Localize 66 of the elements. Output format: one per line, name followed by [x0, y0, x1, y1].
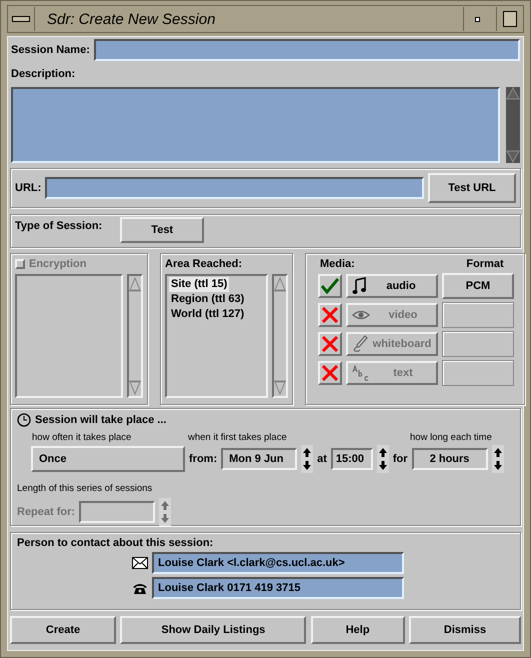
eye-icon: [352, 309, 370, 321]
duration-field[interactable]: 2 hours: [412, 448, 488, 470]
format-slot: [442, 302, 514, 328]
hint-label: how often it takes place: [32, 432, 132, 443]
section-title: Person to contact about this session:: [17, 537, 214, 549]
list-item[interactable]: World (ttl 127): [169, 307, 246, 322]
repeat-spinner[interactable]: [159, 498, 172, 526]
phone-field[interactable]: Louise Clark 0171 419 3715: [152, 577, 404, 599]
cross-icon: [322, 336, 338, 352]
cross-icon: [322, 365, 338, 381]
format-slot: [442, 360, 514, 386]
session-type-button[interactable]: Test: [120, 217, 204, 243]
section-title: Session will take place ...: [35, 414, 166, 426]
scrollbar[interactable]: [127, 274, 143, 398]
hint-label: when it first takes place: [188, 432, 288, 443]
check-icon: [321, 278, 339, 294]
field-label: Session Name:: [11, 44, 90, 56]
list-item[interactable]: Region (ttl 63): [169, 292, 246, 307]
description-field[interactable]: [11, 87, 500, 163]
action-button[interactable]: Dismiss: [408, 616, 521, 644]
date-spinner[interactable]: [301, 445, 314, 473]
key-list[interactable]: [15, 274, 123, 398]
enabled-toggle[interactable]: [318, 274, 342, 298]
list-item[interactable]: Site (ttl 15): [169, 277, 230, 292]
field-label: URL:: [15, 182, 42, 194]
scrollbar[interactable]: [506, 87, 520, 163]
pen-icon: [352, 335, 368, 353]
action-button[interactable]: Create: [10, 616, 116, 644]
date-field[interactable]: Mon 9 Jun: [221, 448, 298, 470]
format-button[interactable]: PCM: [442, 273, 514, 299]
field-label: for: [392, 453, 408, 465]
media-button[interactable]: audio: [346, 274, 438, 298]
field-label: at: [317, 453, 327, 465]
field-label: Repeat for:: [17, 506, 76, 518]
session-name-field[interactable]: [94, 39, 520, 61]
column-header: Media:: [320, 258, 356, 270]
maximize-icon[interactable]: [503, 11, 517, 27]
field-label: Description:: [11, 68, 76, 80]
minimize-icon[interactable]: [474, 16, 480, 22]
music-note-icon: [352, 277, 366, 295]
field-label: Type of Session:: [15, 219, 102, 232]
duration-spinner[interactable]: [492, 445, 504, 473]
hint-label: Length of this series of sessions: [17, 483, 154, 494]
time-spinner[interactable]: [376, 445, 389, 473]
panel-title: Area Reached:: [165, 258, 244, 270]
envelope-icon: [132, 557, 148, 569]
action-button[interactable]: Help: [310, 616, 405, 644]
clock-icon: [17, 413, 31, 427]
action-button[interactable]: Show Daily Listings: [120, 616, 306, 644]
time-field[interactable]: 15:00: [330, 448, 373, 470]
checkbox-label: Encryption: [29, 258, 86, 270]
window-title: Sdr: Create New Session: [46, 10, 216, 28]
scrollbar[interactable]: [272, 274, 288, 398]
phone-icon: [132, 582, 148, 594]
letters-icon: [352, 365, 370, 381]
url-field[interactable]: [45, 177, 424, 199]
test-url-button[interactable]: Test URL: [428, 173, 516, 203]
repeat-field[interactable]: [79, 501, 156, 523]
column-header: Format: [465, 258, 505, 270]
email-field[interactable]: Louise Clark <l.clark@cs.ucl.ac.uk>: [152, 552, 404, 574]
format-slot: [442, 331, 514, 357]
frequency-button[interactable]: Once: [31, 446, 185, 472]
field-label: from:: [189, 453, 218, 465]
hint-label: how long each time: [410, 432, 492, 443]
cross-icon: [322, 307, 338, 323]
window-menu-icon[interactable]: [12, 16, 30, 22]
